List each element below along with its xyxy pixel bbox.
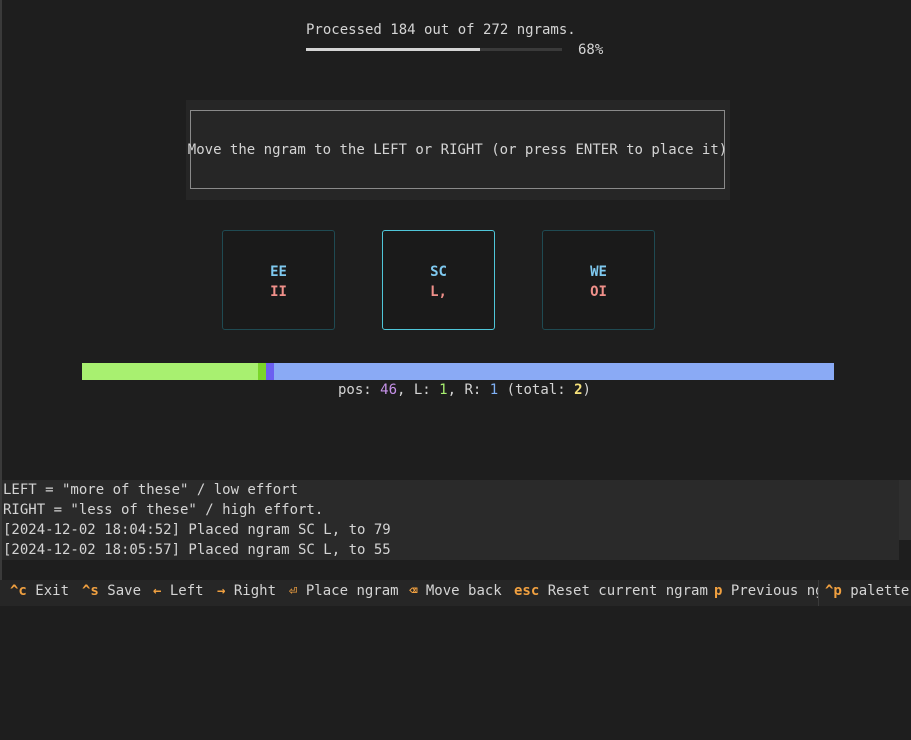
- ngram-card-bottom: OI: [590, 284, 607, 300]
- save-key: ^s: [82, 583, 99, 599]
- left-label: Left: [169, 583, 204, 599]
- log-line: [2024-12-02 18:05:57] Placed ngram SC L,…: [3, 542, 391, 558]
- ngram-card-top: SC: [430, 264, 447, 280]
- previous-label: Previous ng: [730, 583, 824, 599]
- right-arrow-icon: →: [217, 583, 226, 599]
- palette-label: palette: [850, 583, 910, 599]
- instruction-text: Move the ngram to the LEFT or RIGHT (or …: [188, 110, 727, 189]
- ngram-card-bottom: II: [270, 284, 287, 300]
- progress-bar: [306, 48, 562, 51]
- log-line: RIGHT = "less of these" / high effort.: [3, 502, 324, 518]
- save-label: Save: [107, 583, 142, 599]
- exit-key: ^c: [10, 583, 27, 599]
- pos-label: pos:: [338, 382, 381, 398]
- l-value: 1: [439, 382, 448, 398]
- ngram-card-top: WE: [590, 264, 607, 280]
- progress-bar-fill: [306, 48, 481, 51]
- total-close: ): [582, 382, 591, 398]
- reset-key: esc: [514, 583, 540, 599]
- l-label: , L:: [397, 382, 440, 398]
- keybinding-footer: ^c Exit ^s Save ← Left → Right ⏎ Place n…: [0, 580, 911, 606]
- pos-value: 46: [380, 382, 398, 398]
- reset-label: Reset current ngram: [547, 583, 708, 599]
- exit-label: Exit: [35, 583, 70, 599]
- footer-exit-binding[interactable]: ^c Exit: [10, 583, 69, 599]
- footer-right-binding[interactable]: → Right: [217, 583, 276, 599]
- footer-place-binding[interactable]: ⏎ Place ngram: [289, 583, 399, 599]
- footer-left-binding[interactable]: ← Left: [153, 583, 204, 599]
- move-back-label: Move back: [425, 583, 502, 599]
- footer-previous-binding[interactable]: p Previous ng: [714, 583, 824, 599]
- r-value: 1: [489, 382, 499, 398]
- log-scrollbar[interactable]: [899, 480, 911, 560]
- ngram-card-top: EE: [270, 264, 287, 280]
- command-palette-binding[interactable]: ^p palette: [818, 580, 911, 606]
- footer-reset-binding[interactable]: esc Reset current ngram: [514, 583, 708, 599]
- position-bar-left-segment: [82, 363, 258, 380]
- backspace-icon: ⌫: [409, 583, 418, 599]
- log-line: LEFT = "more of these" / low effort: [3, 482, 299, 498]
- log-panel[interactable]: LEFT = "more of these" / low effort RIGH…: [2, 480, 899, 560]
- progress-text: Processed 184 out of 272 ngrams.: [306, 22, 576, 38]
- position-status: pos: 46, L: 1, R: 1 (total: 2): [338, 382, 591, 398]
- instruction-panel: Move the ngram to the LEFT or RIGHT (or …: [186, 100, 730, 200]
- left-arrow-icon: ←: [153, 583, 162, 599]
- right-label: Right: [233, 583, 277, 599]
- position-bar: [82, 363, 834, 380]
- footer-move-back-binding[interactable]: ⌫ Move back: [409, 583, 502, 599]
- position-bar-left-marker: [258, 363, 266, 380]
- log-line: [2024-12-02 18:04:52] Placed ngram SC L,…: [3, 522, 391, 538]
- enter-icon: ⏎: [289, 583, 298, 599]
- r-label: , R:: [447, 382, 490, 398]
- place-label: Place ngram: [305, 583, 399, 599]
- total-value: 2: [574, 382, 583, 398]
- footer-save-binding[interactable]: ^s Save: [82, 583, 141, 599]
- previous-key: p: [714, 583, 723, 599]
- ngram-card-left[interactable]: EE II: [222, 230, 335, 330]
- log-scrollbar-thumb[interactable]: [899, 480, 911, 540]
- ngram-card-bottom: L,: [430, 284, 447, 300]
- progress-percent: 68%: [578, 42, 604, 58]
- total-label: (total:: [498, 382, 575, 398]
- position-bar-right-marker: [266, 363, 274, 380]
- ngram-card-right[interactable]: WE OI: [542, 230, 655, 330]
- ngram-card-current[interactable]: SC L,: [382, 230, 495, 330]
- palette-key: ^p: [825, 583, 842, 599]
